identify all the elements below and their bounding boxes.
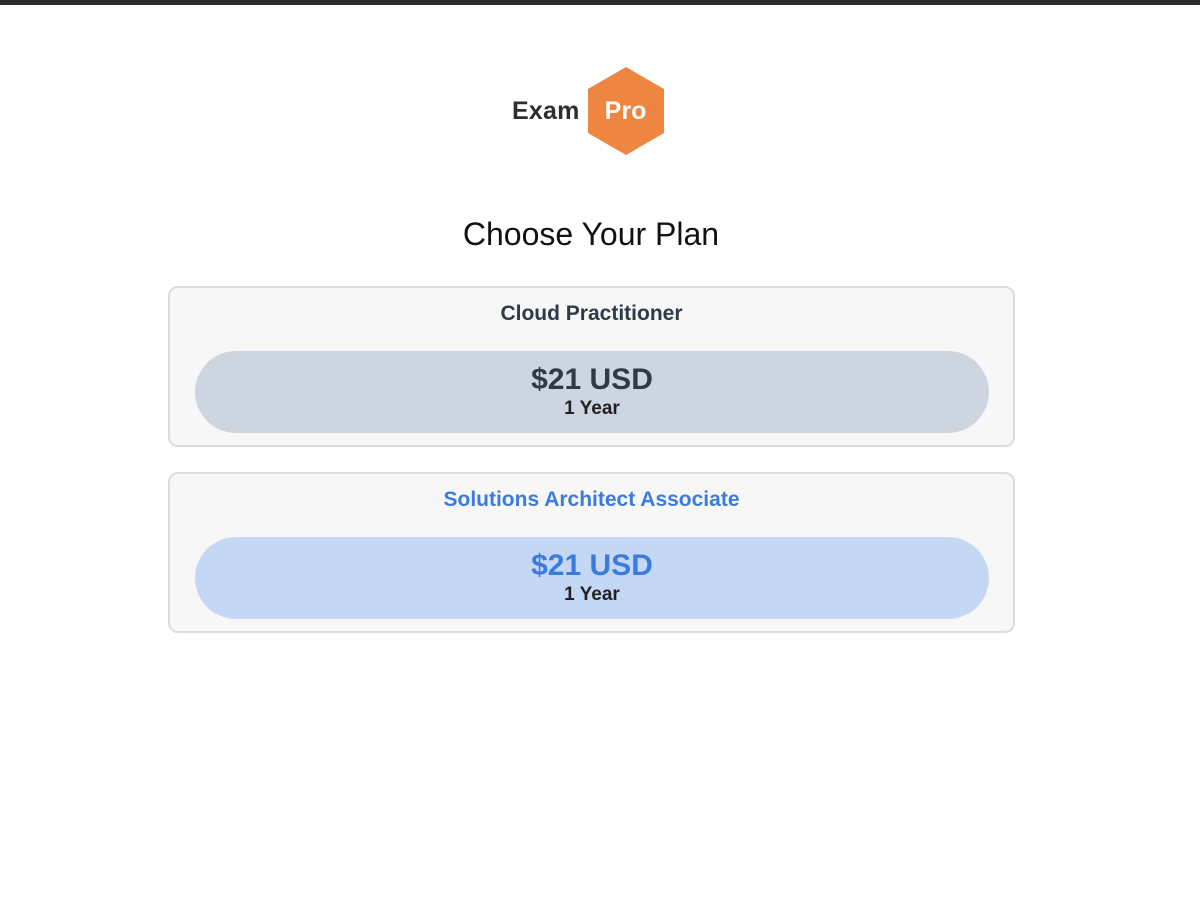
logo-text-exam: Exam [512, 96, 580, 125]
plan-name: Cloud Practitioner [500, 302, 683, 325]
exampro-logo: Exam Pro [512, 66, 665, 156]
plan-duration: 1 Year [564, 398, 620, 419]
logo-text-pro: Pro [604, 96, 647, 125]
browser-top-bar [0, 0, 1200, 5]
page-title: Choose Your Plan [462, 216, 720, 252]
plan-card-solutions-architect-associate: Solutions Architect Associate $21 USD 1 … [168, 472, 1015, 633]
plan-card-cloud-practitioner: Cloud Practitioner $21 USD 1 Year [168, 286, 1015, 447]
plan-select-button[interactable]: $21 USD 1 Year [195, 351, 989, 433]
plan-duration: 1 Year [564, 584, 620, 605]
plan-select-button[interactable]: $21 USD 1 Year [195, 537, 989, 619]
hexagon-icon: Pro [587, 66, 665, 156]
plan-price: $21 USD [531, 363, 653, 396]
plan-price: $21 USD [531, 549, 653, 582]
plan-name: Solutions Architect Associate [443, 488, 740, 511]
